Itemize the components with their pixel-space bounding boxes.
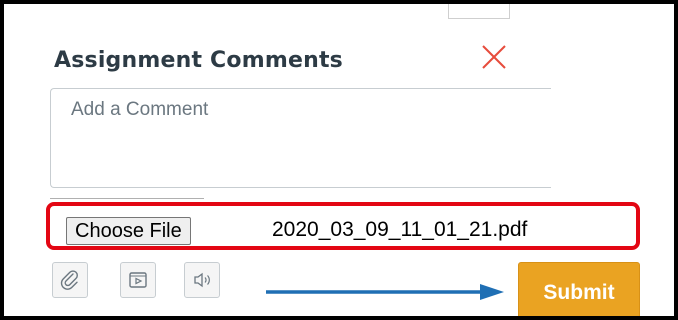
media-comment-button[interactable] — [120, 262, 156, 298]
submit-button[interactable]: Submit — [518, 262, 640, 316]
panel-title: Assignment Comments — [54, 48, 343, 73]
comment-box — [50, 88, 551, 188]
file-input-highlight: Choose File 2020_03_09_11_01_21.pdf — [46, 202, 640, 250]
top-tab-edge — [448, 4, 510, 19]
choose-file-button[interactable]: Choose File — [66, 217, 191, 245]
audio-speaker-icon — [194, 272, 210, 288]
comment-textarea[interactable] — [51, 89, 551, 179]
divider — [50, 198, 204, 199]
paperclip-icon — [60, 270, 78, 290]
attach-file-button[interactable] — [52, 262, 88, 298]
assignment-comments-panel: Assignment Comments Choose File 2020_03_… — [0, 0, 678, 320]
media-play-icon — [129, 272, 147, 288]
arrow-icon — [266, 284, 504, 300]
selected-file-name: 2020_03_09_11_01_21.pdf — [272, 218, 528, 241]
audio-comment-button[interactable] — [184, 262, 220, 298]
close-icon[interactable] — [479, 42, 509, 72]
